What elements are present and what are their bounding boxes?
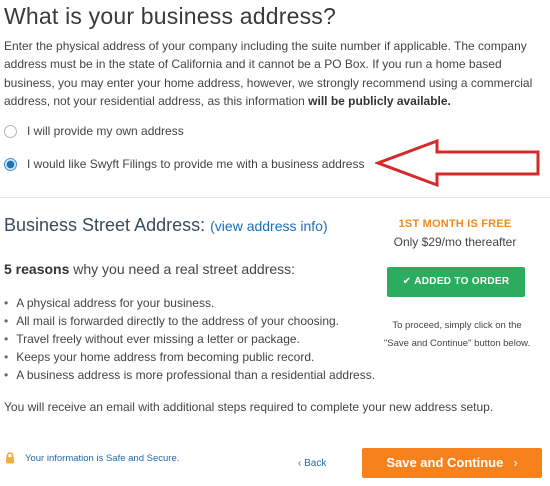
reasons-count: 5 reasons — [4, 261, 70, 277]
back-label: Back — [304, 458, 327, 469]
business-street-heading: Business Street Address: (view address i… — [4, 215, 328, 236]
view-address-info-link[interactable]: (view address info) — [210, 218, 328, 234]
annotation-arrow-icon — [375, 138, 540, 188]
chevron-right-icon: › — [513, 455, 518, 470]
proceed-instructions: To proceed, simply click on the "Save an… — [372, 317, 542, 353]
email-note: You will receive an email with additiona… — [4, 400, 494, 414]
radio-swyft-address-label: I would like Swyft Filings to provide me… — [27, 157, 365, 171]
page-title: What is your business address? — [4, 3, 336, 29]
list-item: Keeps your home address from becoming pu… — [4, 348, 375, 366]
intro-text-main: Enter the physical address of your compa… — [4, 39, 533, 108]
reasons-rest: why you need a real street address: — [69, 261, 296, 277]
added-to-order-label: ADDED TO ORDER — [414, 276, 510, 287]
radio-own-address-circle[interactable] — [4, 124, 17, 138]
radio-own-address[interactable]: I will provide my own address — [4, 124, 184, 138]
price-label: Only $29/mo thereafter — [393, 235, 517, 249]
link-text: view address info — [214, 218, 323, 234]
back-button[interactable]: ‹ Back — [298, 458, 326, 469]
radio-swyft-address-circle[interactable] — [4, 157, 17, 171]
added-to-order-button[interactable]: ✔ ADDED TO ORDER — [387, 267, 525, 297]
section-divider — [0, 197, 550, 198]
radio-swyft-address[interactable]: I would like Swyft Filings to provide me… — [4, 157, 364, 171]
reasons-heading: 5 reasons why you need a real street add… — [4, 261, 295, 277]
intro-text: Enter the physical address of your compa… — [4, 37, 549, 110]
list-item: A business address is more professional … — [4, 366, 375, 384]
proceed-line-2: "Save and Continue" button below. — [383, 338, 531, 349]
list-item: Travel freely without ever missing a let… — [4, 330, 375, 348]
link-close-paren: ) — [322, 218, 328, 234]
lock-icon — [6, 452, 14, 464]
reasons-list: A physical address for your business. Al… — [4, 294, 375, 384]
save-label: Save and Continue — [386, 455, 504, 470]
radio-own-address-label: I will provide my own address — [27, 124, 184, 138]
business-street-title: Business Street Address: — [4, 215, 206, 235]
chevron-left-icon: ‹ — [298, 458, 302, 469]
secure-notice: Your information is Safe and Secure. — [5, 452, 179, 464]
promo-label: 1ST MONTH IS FREE — [398, 218, 512, 230]
secure-text: Your information is Safe and Secure. — [25, 452, 180, 464]
intro-text-bold: will be publicly available. — [308, 93, 451, 108]
list-item: A physical address for your business. — [4, 294, 375, 312]
proceed-line-1: To proceed, simply click on the — [392, 320, 522, 331]
save-and-continue-button[interactable]: Save and Continue › — [362, 448, 542, 478]
list-item: All mail is forwarded directly to the ad… — [4, 312, 375, 330]
check-icon: ✔ — [402, 276, 412, 287]
